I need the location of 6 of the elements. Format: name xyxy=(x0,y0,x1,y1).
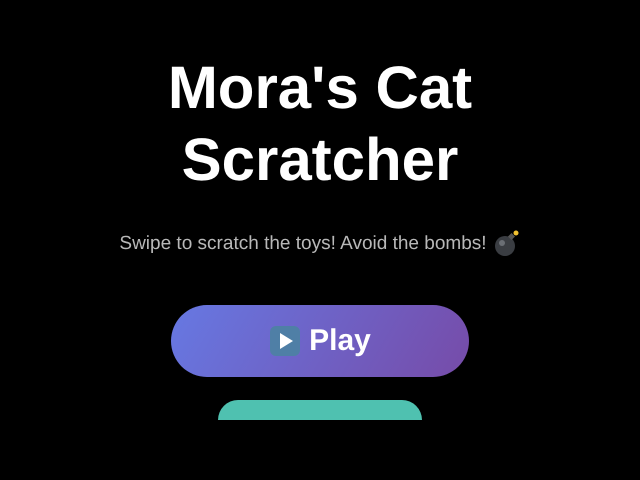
subtitle: Swipe to scratch the toys! Avoid the bombs! xyxy=(119,233,487,255)
menu-button[interactable] xyxy=(218,400,422,420)
game-title: Mora's Cat Scratcher xyxy=(166,53,474,195)
bomb-icon xyxy=(492,230,521,258)
play-button[interactable]: Play xyxy=(171,305,469,377)
play-icon xyxy=(269,325,302,357)
